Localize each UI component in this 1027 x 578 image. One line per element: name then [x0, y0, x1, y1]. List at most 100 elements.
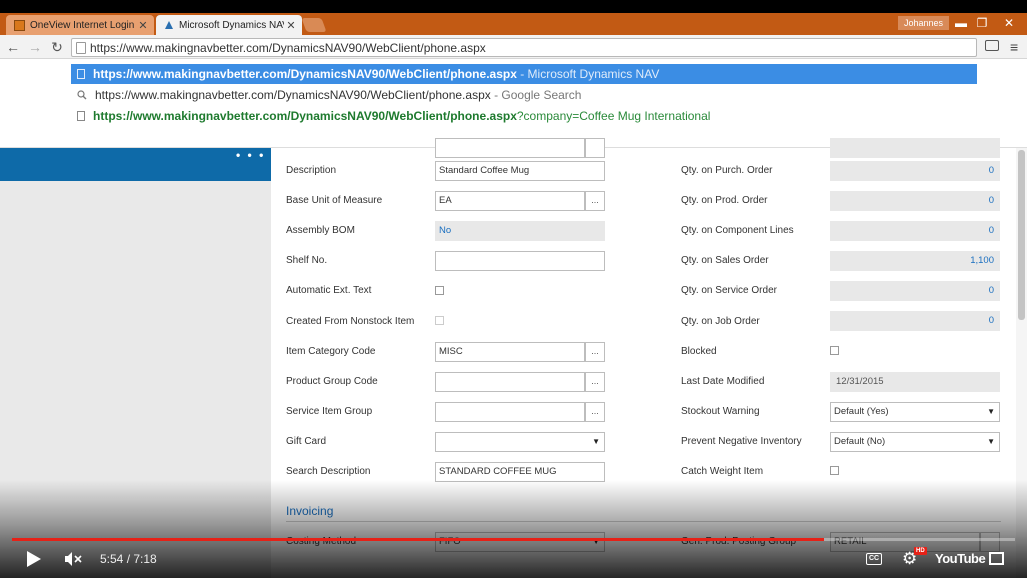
more-options-icon[interactable]: • • • [236, 148, 265, 162]
video-progress-bar[interactable] [12, 538, 1015, 541]
browser-tab-bar: OneView Internet Login ✕ Microsoft Dynam… [0, 13, 1027, 35]
page-icon [77, 69, 85, 79]
clipped-field[interactable] [435, 138, 585, 158]
suggestion-url: https://www.makingnavbetter.com/Dynamics… [93, 67, 517, 81]
captions-icon[interactable]: CC [866, 553, 882, 565]
browser-menu-icon[interactable]: ≡ [1010, 38, 1018, 56]
assembly-bom-label: Assembly BOM [286, 225, 355, 236]
base-uom-input[interactable]: EA [435, 191, 585, 211]
screen: OneView Internet Login ✕ Microsoft Dynam… [0, 0, 1027, 578]
dropdown-arrow-icon: ▼ [987, 407, 995, 416]
play-icon[interactable] [27, 551, 41, 567]
search-description-input[interactable]: STANDARD COFFEE MUG [435, 462, 605, 482]
tab-dynamics-nav[interactable]: Microsoft Dynamics NAV ✕ [156, 15, 302, 35]
video-time: 5:54 / 7:18 [100, 552, 157, 566]
stockout-warning-value: Default (Yes) [834, 406, 889, 417]
product-group-input[interactable] [435, 372, 585, 392]
lookup-button[interactable] [585, 138, 605, 158]
suggestion-item[interactable]: https://www.makingnavbetter.com/Dynamics… [71, 106, 977, 126]
item-category-label: Item Category Code [286, 346, 376, 357]
section-divider [286, 521, 1001, 522]
base-uom-label: Base Unit of Measure [286, 195, 383, 206]
qty-component-lines-value[interactable]: 0 [830, 221, 1000, 241]
qty-service-order-value[interactable]: 0 [830, 281, 1000, 301]
item-category-lookup-button[interactable]: ... [585, 342, 605, 362]
page-scrollbar[interactable] [1016, 148, 1027, 578]
back-arrow-icon[interactable]: ← [3, 37, 23, 57]
minimize-icon[interactable]: ▬ [950, 14, 972, 32]
dynamics-nav-favicon-icon [164, 20, 174, 30]
address-bar[interactable]: https://www.makingnavbetter.com/Dynamics… [71, 38, 977, 57]
base-uom-lookup-button[interactable]: ... [585, 191, 605, 211]
shelf-no-label: Shelf No. [286, 255, 328, 266]
qty-job-order-label: Qty. on Job Order [681, 316, 760, 327]
prevent-negative-label: Prevent Negative Inventory [681, 436, 802, 447]
address-bar-text[interactable]: https://www.makingnavbetter.com/Dynamics… [90, 40, 486, 56]
mute-icon[interactable] [64, 551, 82, 570]
video-progress-fill [12, 538, 825, 541]
video-top-letterbox [0, 0, 1027, 13]
suggestion-suffix: ?company=Coffee Mug International [516, 109, 711, 123]
product-group-lookup-button[interactable]: ... [585, 372, 605, 392]
assembly-bom-value[interactable]: No [435, 221, 605, 241]
qty-purch-order-value[interactable]: 0 [830, 161, 1000, 181]
description-label: Description [286, 165, 337, 176]
tab-oneview[interactable]: OneView Internet Login ✕ [6, 15, 154, 35]
qty-service-order-label: Qty. on Service Order [681, 285, 777, 296]
created-nonstock-checkbox [435, 316, 444, 325]
suggestion-item[interactable]: https://www.makingnavbetter.com/Dynamics… [71, 85, 977, 105]
blocked-checkbox[interactable] [830, 346, 839, 355]
profile-user-badge[interactable]: Johannes [898, 16, 950, 30]
gen-prod-posting-lookup-button[interactable] [980, 532, 1000, 552]
search-icon [77, 86, 87, 100]
tab-close-icon[interactable]: ✕ [284, 19, 298, 32]
stockout-warning-select[interactable]: Default (Yes) ▼ [830, 402, 1000, 422]
prevent-negative-select[interactable]: Default (No) ▼ [830, 432, 1000, 452]
dropdown-arrow-icon: ▼ [987, 437, 995, 446]
suggestion-item[interactable]: https://www.makingnavbetter.com/Dynamics… [71, 64, 977, 84]
auto-ext-text-label: Automatic Ext. Text [286, 285, 372, 296]
new-tab-button[interactable] [301, 18, 327, 32]
window-close-icon[interactable]: ✕ [996, 14, 1022, 32]
hd-badge: HD [914, 547, 927, 555]
scrollbar-thumb[interactable] [1018, 150, 1025, 320]
fullscreen-icon[interactable] [989, 552, 1004, 565]
forward-arrow-icon[interactable]: → [25, 37, 45, 57]
catch-weight-checkbox[interactable] [830, 466, 839, 475]
blocked-label: Blocked [681, 346, 717, 357]
service-item-group-lookup-button[interactable]: ... [585, 402, 605, 422]
shelf-no-input[interactable] [435, 251, 605, 271]
nav-item-card-page: • • • Description Standard Coffee Mug Qt… [0, 138, 1027, 578]
tab-close-icon[interactable]: ✕ [136, 19, 150, 32]
gift-card-select[interactable]: ▼ [435, 432, 605, 452]
qty-purch-order-label: Qty. on Purch. Order [681, 165, 773, 176]
qty-sales-order-value[interactable]: 1,100 [830, 251, 1000, 271]
item-category-input[interactable]: MISC [435, 342, 585, 362]
clipped-readonly-field [830, 138, 1000, 158]
oneview-favicon-icon [14, 19, 25, 31]
tab-label: OneView Internet Login [30, 19, 135, 31]
description-input[interactable]: Standard Coffee Mug [435, 161, 605, 181]
qty-prod-order-value[interactable]: 0 [830, 191, 1000, 211]
suggestion-url: https://www.makingnavbetter.com/Dynamics… [95, 88, 491, 102]
youtube-logo[interactable]: YouTube [935, 551, 986, 567]
page-icon [76, 42, 86, 54]
dropdown-arrow-icon: ▼ [592, 437, 600, 446]
costing-method-select[interactable]: FIFO ▼ [435, 532, 605, 552]
reload-icon[interactable]: ↻ [47, 37, 67, 57]
tab-label: Microsoft Dynamics NAV [179, 19, 284, 31]
maximize-icon[interactable]: ❐ [971, 14, 993, 32]
last-date-modified-label: Last Date Modified [681, 376, 765, 387]
stockout-warning-label: Stockout Warning [681, 406, 760, 417]
navigation-header-bar: • • • [0, 148, 271, 181]
suggestion-url: https://www.makingnavbetter.com/Dynamics… [93, 109, 517, 123]
cast-icon[interactable] [985, 40, 999, 51]
qty-job-order-value[interactable]: 0 [830, 311, 1000, 331]
invoicing-section-title[interactable]: Invoicing [286, 504, 333, 518]
suggestion-suffix: - Microsoft Dynamics NAV [516, 67, 660, 81]
auto-ext-text-checkbox[interactable] [435, 286, 444, 295]
suggestion-suffix: - Google Search [490, 88, 582, 102]
service-item-group-input[interactable] [435, 402, 585, 422]
last-date-modified-value: 12/31/2015 [830, 372, 1000, 392]
qty-component-lines-label: Qty. on Component Lines [681, 225, 794, 236]
